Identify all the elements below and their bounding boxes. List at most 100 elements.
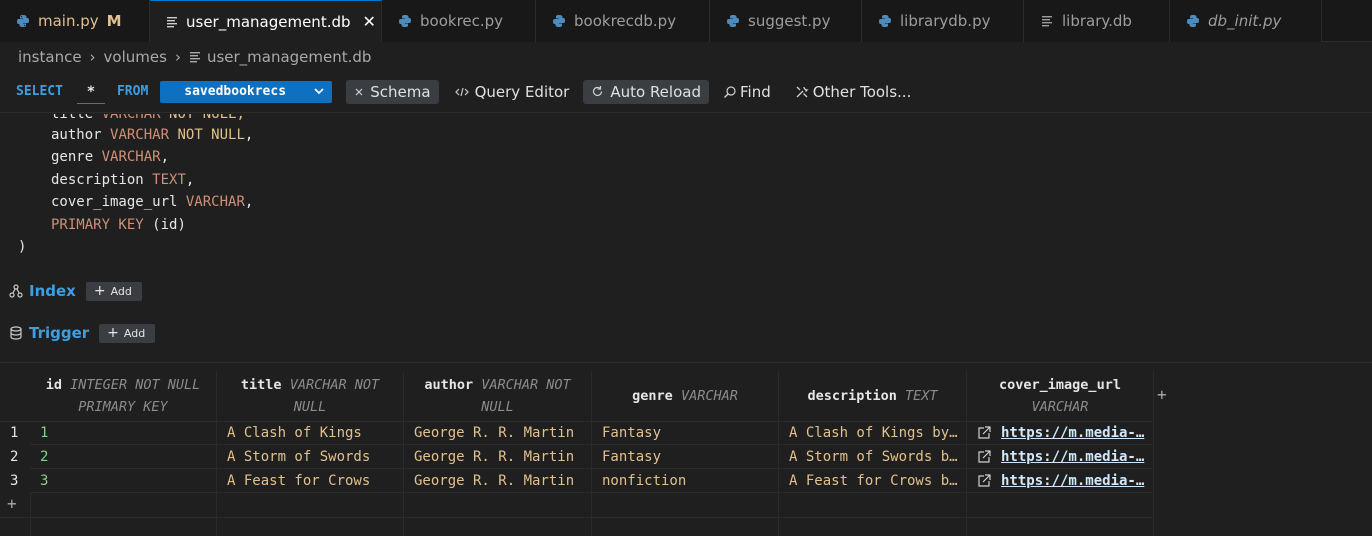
code-line: cover_image_url VARCHAR,: [51, 191, 253, 213]
column-divider: [1153, 421, 1154, 536]
columns-input[interactable]: *: [76, 79, 105, 104]
column-constraint: NOT NULL: [177, 127, 245, 143]
tab-library-db[interactable]: library.db: [1024, 0, 1170, 42]
table-cell[interactable]: A Clash of Kings by…: [779, 421, 967, 445]
add-index-button[interactable]: + Add: [85, 281, 142, 301]
index-icon: [8, 284, 24, 298]
file-lines-icon: [189, 51, 201, 63]
column-divider: [778, 493, 779, 536]
column-type: VARCHAR: [185, 194, 245, 210]
column-header-type: NULL: [481, 399, 514, 415]
table-select-value: savedbookrecs: [184, 84, 287, 99]
column-header-type: INTEGER NOT NULL: [70, 377, 201, 393]
cover-url-link[interactable]: https://m.media-…: [1001, 473, 1144, 489]
cover-url-link[interactable]: https://m.media-…: [1001, 449, 1144, 465]
plus-icon: +: [107, 325, 119, 341]
chevron-right-icon: ›: [89, 48, 96, 66]
table-cell[interactable]: 1: [30, 421, 217, 445]
column-name: cover_image_url: [51, 194, 178, 210]
column-header-name: genre: [632, 388, 673, 404]
column-header-name: description: [807, 388, 897, 404]
column-header-author[interactable]: author VARCHAR NOT NULL: [404, 371, 592, 421]
column-header-type: NULL: [293, 399, 327, 415]
column-divider: [591, 493, 592, 536]
table-cell[interactable]: https://m.media-…: [967, 469, 1154, 493]
column-header-genre[interactable]: genre VARCHAR: [592, 371, 779, 421]
index-title: Index: [29, 282, 76, 300]
table-cell[interactable]: 3: [30, 469, 217, 493]
table-cell[interactable]: A Storm of Swords: [217, 445, 404, 469]
column-type: VARCHAR: [101, 114, 161, 122]
table-cell[interactable]: Fantasy: [592, 421, 779, 445]
table-cell[interactable]: George R. R. Martin: [404, 445, 592, 469]
table-cell[interactable]: nonfiction: [592, 469, 779, 493]
column-header-title[interactable]: title VARCHAR NOT NULL: [217, 371, 404, 421]
column-type: TEXT: [152, 172, 186, 188]
row-number: 1: [10, 425, 19, 441]
python-icon: [1186, 14, 1200, 28]
tab-main-py[interactable]: main.py M: [0, 0, 150, 42]
tab-bookrecdb-py[interactable]: bookrecdb.py: [536, 0, 710, 42]
table-cell[interactable]: A Feast for Crows: [217, 469, 404, 493]
tab-user-management-db[interactable]: user_management.db ✕: [150, 0, 382, 42]
other-tools-button[interactable]: Other Tools...: [787, 80, 920, 104]
primary-key-columns: (id): [152, 217, 186, 233]
tab-label: user_management.db: [186, 12, 351, 31]
tab-librarydb-py[interactable]: librarydb.py: [862, 0, 1024, 42]
column-header-name: id: [45, 377, 63, 393]
add-trigger-button[interactable]: + Add: [99, 323, 156, 343]
column-header-name: title: [240, 377, 282, 393]
column-header-type: VARCHAR NOT: [289, 377, 380, 393]
close-icon[interactable]: ✕: [363, 12, 376, 31]
table-cell[interactable]: https://m.media-…: [967, 421, 1154, 445]
chevron-down-icon: [312, 84, 326, 102]
cover-url-link[interactable]: https://m.media-…: [1001, 425, 1144, 441]
tools-icon: [795, 85, 809, 99]
breadcrumb-item[interactable]: user_management.db: [207, 48, 372, 66]
tab-suggest-py[interactable]: suggest.py: [710, 0, 862, 42]
tab-label: main.py: [38, 12, 99, 30]
tab-db-init-py[interactable]: db_init.py: [1170, 0, 1322, 42]
tab-label: suggest.py: [748, 12, 831, 30]
query-editor-button[interactable]: Query Editor: [447, 80, 578, 104]
line-end: ,: [185, 172, 195, 188]
table-cell[interactable]: A Feast for Crows b…: [779, 469, 967, 493]
external-link-icon[interactable]: [977, 474, 991, 488]
column-header-description[interactable]: description TEXT: [779, 371, 967, 421]
external-link-icon[interactable]: [977, 450, 991, 464]
column-divider: [30, 493, 31, 536]
query-editor-label: Query Editor: [474, 82, 570, 101]
tab-label: db_init.py: [1208, 12, 1282, 30]
table-cell[interactable]: https://m.media-…: [967, 445, 1154, 469]
code-line: ): [18, 236, 26, 258]
table-cell[interactable]: A Storm of Swords b…: [779, 445, 967, 469]
table-select[interactable]: savedbookrecs: [160, 80, 333, 103]
breadcrumb-item[interactable]: instance: [18, 48, 82, 66]
table-cell[interactable]: George R. R. Martin: [404, 421, 592, 445]
line-end: ,: [160, 149, 170, 165]
column-header-type: PRIMARY KEY: [78, 399, 168, 415]
tab-bookrec-py[interactable]: bookrec.py: [382, 0, 536, 42]
breadcrumb-item[interactable]: volumes: [104, 48, 167, 66]
row-number: 3: [10, 473, 19, 489]
schema-button[interactable]: Schema: [346, 79, 439, 104]
column-header-cover-image-url[interactable]: cover_image_url VARCHAR: [967, 371, 1154, 421]
modified-badge: M: [106, 12, 122, 30]
external-link-icon[interactable]: [977, 426, 991, 440]
tab-label: bookrec.py: [420, 12, 504, 30]
table-cell[interactable]: A Clash of Kings: [217, 421, 404, 445]
trigger-section: Trigger + Add: [8, 321, 156, 345]
add-row-button[interactable]: +: [7, 494, 17, 513]
table-cell[interactable]: Fantasy: [592, 445, 779, 469]
query-toolbar: SELECT * FROM savedbookrecs Schema Query…: [0, 71, 1372, 113]
chevron-right-icon: ›: [174, 48, 181, 66]
auto-reload-toggle[interactable]: Auto Reload: [583, 79, 709, 104]
add-column-button[interactable]: +: [1157, 385, 1167, 404]
table-cell[interactable]: George R. R. Martin: [404, 469, 592, 493]
primary-key-keyword: PRIMARY KEY: [51, 217, 144, 233]
find-button[interactable]: Find: [715, 80, 779, 104]
table-cell[interactable]: 2: [30, 445, 217, 469]
column-header-id[interactable]: id INTEGER NOT NULL PRIMARY KEY: [30, 371, 217, 421]
breadcrumb: instance › volumes › user_management.db: [0, 43, 1372, 71]
column-type: VARCHAR: [110, 127, 170, 143]
